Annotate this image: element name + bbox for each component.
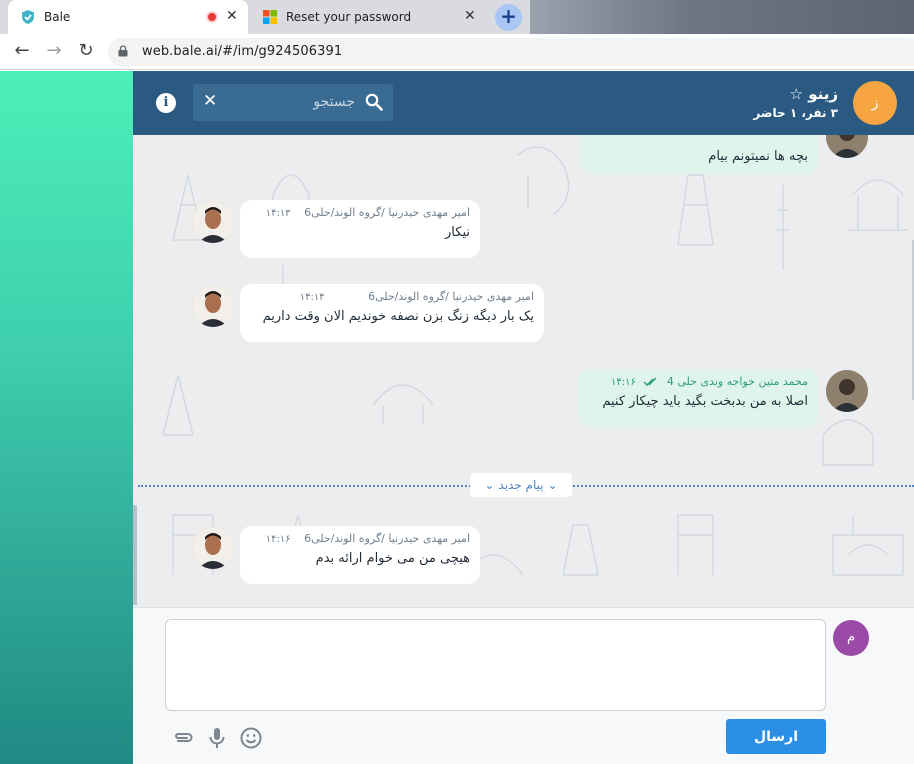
message-time: ۱۴:۱۴ <box>299 292 325 303</box>
message-bubble[interactable]: بچه ها نمیتونم بیام <box>580 135 818 173</box>
bale-logo-icon <box>22 10 34 24</box>
omnibox[interactable]: web.bale.ai/#/im/g924506391 <box>108 38 914 66</box>
person-photo-icon <box>192 285 234 327</box>
tab-title: Reset your password <box>286 10 412 24</box>
search-box: ✕ <box>193 84 393 121</box>
reload-icon[interactable]: ↻ <box>74 40 98 61</box>
message-time: ۱۴:۱۳ <box>265 208 291 219</box>
message-header: محمد متین خواجه وندی حلی 4 ۱۴:۱۶ <box>588 375 808 388</box>
message-composer: م ارسال <box>133 607 914 764</box>
forward-arrow-icon[interactable]: → <box>42 40 66 61</box>
group-avatar[interactable]: ز <box>853 81 897 125</box>
browser-tab-strip: Bale ✕ Reset your password ✕ + <box>0 0 914 34</box>
double-check-icon <box>643 377 657 386</box>
clear-search-icon[interactable]: ✕ <box>203 91 217 111</box>
chevron-down-icon: ⌄ <box>547 478 558 492</box>
message-bubble[interactable]: امیر مهدی حیدرنیا /گروه الوند/حلی6 ۱۴:۱۶… <box>240 526 480 584</box>
message-list[interactable]: بچه ها نمیتونم بیام امیر مهدی حیدرنیا /گ… <box>133 135 914 607</box>
unread-scroll-marker <box>133 505 137 605</box>
group-name[interactable]: زینو ☆ <box>790 85 838 103</box>
message-sender: محمد متین خواجه وندی حلی 4 <box>666 375 808 388</box>
message-sender: امیر مهدی حیدرنیا /گروه الوند/حلی6 <box>368 290 534 303</box>
close-tab-icon[interactable]: ✕ <box>226 8 238 24</box>
info-icon[interactable]: i <box>156 93 176 113</box>
microphone-icon[interactable] <box>205 726 229 750</box>
close-tab-icon[interactable]: ✕ <box>464 8 476 24</box>
sender-avatar[interactable] <box>192 285 234 327</box>
send-button[interactable]: ارسال <box>726 719 826 754</box>
microsoft-logo-icon <box>263 10 277 24</box>
search-input[interactable] <box>227 92 355 112</box>
new-messages-text: پیام جدید <box>498 478 544 492</box>
chat-header: ز زینو ☆ ۳ نفر، ۱ حاضر ✕ i <box>133 71 914 135</box>
message-header: امیر مهدی حیدرنیا /گروه الوند/حلی6 ۱۴:۱۶ <box>250 532 470 545</box>
address-bar: ← → ↻ web.bale.ai/#/im/g924506391 <box>0 34 914 70</box>
tab-title: Bale <box>44 10 71 24</box>
person-photo-icon <box>192 527 234 569</box>
chat-app: ز زینو ☆ ۳ نفر، ۱ حاضر ✕ i <box>133 71 914 764</box>
message-time: ۱۴:۱۶ <box>265 534 291 545</box>
message-bubble[interactable]: امیر مهدی حیدرنیا /گروه الوند/حلی6 ۱۴:۱۴… <box>240 284 544 342</box>
url-text: web.bale.ai/#/im/g924506391 <box>142 44 343 59</box>
message-bubble[interactable]: محمد متین خواجه وندی حلی 4 ۱۴:۱۶ اصلا به… <box>578 369 818 427</box>
recording-indicator-icon <box>206 11 218 23</box>
message-text: هیچی من می خوام ارائه بدم <box>315 551 470 566</box>
tab-strip-background <box>530 0 914 34</box>
message-text: نیکار <box>445 225 470 240</box>
message-header: امیر مهدی حیدرنیا /گروه الوند/حلی6 ۱۴:۱۴ <box>250 290 534 303</box>
new-tab-button[interactable]: + <box>495 4 522 31</box>
sender-avatar[interactable] <box>192 201 234 243</box>
message-time: ۱۴:۱۶ <box>611 377 636 388</box>
sidebar-gradient-panel <box>0 71 133 764</box>
back-arrow-icon[interactable]: ← <box>10 40 34 61</box>
lock-icon <box>118 45 128 57</box>
sender-avatar[interactable] <box>826 370 868 412</box>
message-sender: امیر مهدی حیدرنیا /گروه الوند/حلی6 <box>304 532 470 545</box>
message-text: یک بار دیگه زنگ بزن نصفه خوندیم الان وقت… <box>262 309 534 324</box>
message-header: امیر مهدی حیدرنیا /گروه الوند/حلی6 ۱۴:۱۳ <box>250 206 470 219</box>
search-icon <box>365 93 383 111</box>
message-text: اصلا به من بدبخت بگید باید چیکار کنیم <box>602 394 808 409</box>
person-photo-icon <box>192 201 234 243</box>
tab-reset-password[interactable]: Reset your password ✕ <box>250 0 486 34</box>
person-photo-icon <box>826 370 868 412</box>
emoji-icon[interactable] <box>239 726 263 750</box>
message-sender: امیر مهدی حیدرنیا /گروه الوند/حلی6 <box>304 206 470 219</box>
new-messages-label[interactable]: ⌄ پیام جدید ⌄ <box>470 473 572 497</box>
chevron-down-icon: ⌄ <box>484 478 495 492</box>
message-bubble[interactable]: امیر مهدی حیدرنیا /گروه الوند/حلی6 ۱۴:۱۳… <box>240 200 480 258</box>
message-input[interactable] <box>165 619 826 711</box>
tab-bale[interactable]: Bale ✕ <box>8 0 248 34</box>
sender-avatar[interactable] <box>192 527 234 569</box>
message-text: بچه ها نمیتونم بیام <box>708 149 808 164</box>
group-status: ۳ نفر، ۱ حاضر <box>753 106 838 120</box>
attachment-icon[interactable] <box>171 726 195 750</box>
my-avatar[interactable]: م <box>833 620 869 656</box>
